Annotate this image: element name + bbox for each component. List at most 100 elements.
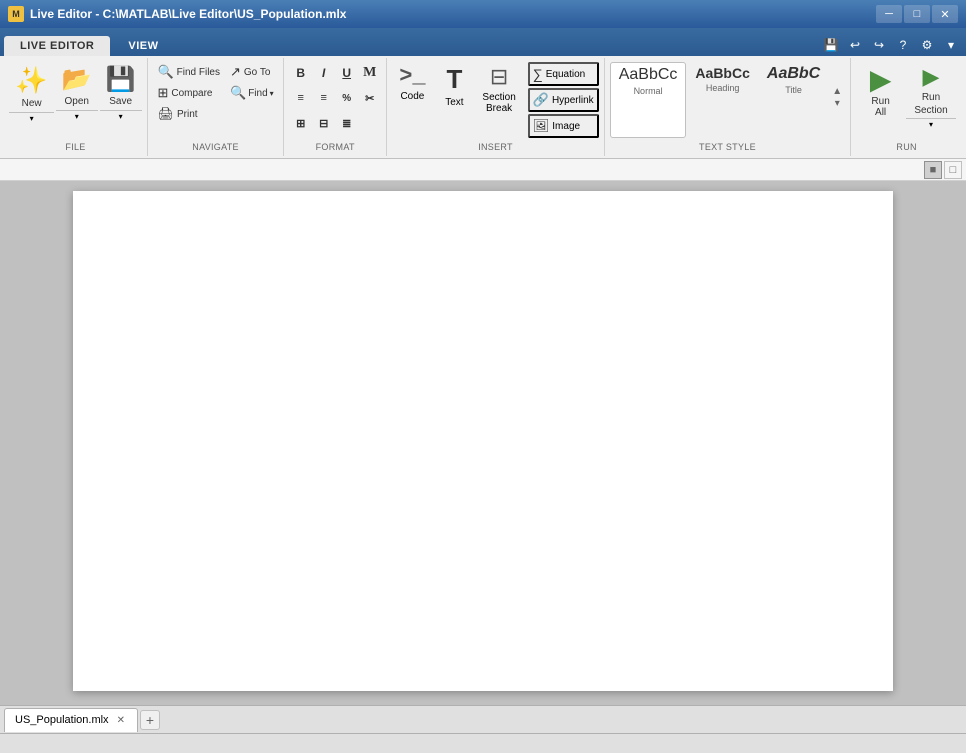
cut-button[interactable]: ✂ bbox=[359, 87, 381, 109]
group-insert: >_ Code T Text ⊟ SectionBreak ∑ Equation bbox=[387, 58, 604, 156]
style-more-down-icon: ▾ bbox=[835, 98, 840, 109]
title-bar: M Live Editor - C:\MATLAB\Live Editor\US… bbox=[0, 0, 966, 28]
find-files-button[interactable]: 🔍 Find Files bbox=[153, 62, 224, 82]
title-bar-left: M Live Editor - C:\MATLAB\Live Editor\US… bbox=[8, 6, 346, 22]
new-main-button[interactable]: ✨ New bbox=[9, 62, 53, 112]
minimize-button[interactable]: ─ bbox=[876, 5, 902, 23]
underline-button[interactable]: U bbox=[336, 62, 358, 84]
save-arrow-button[interactable]: ▾ bbox=[100, 110, 142, 122]
run-group-label: RUN bbox=[855, 140, 958, 154]
ribbon-tabs: LIVE EDITOR VIEW 💾 ↩ ↪ ? ⚙ ▾ bbox=[0, 28, 966, 56]
image-button[interactable]: 🖼 Image bbox=[528, 114, 599, 138]
find-button[interactable]: 🔍 Find ▾ bbox=[226, 83, 278, 103]
equation-icon: ∑ bbox=[533, 66, 543, 82]
tab-close-button[interactable]: ✕ bbox=[115, 714, 127, 727]
hyperlink-icon: 🔗 bbox=[533, 92, 549, 108]
equation-button[interactable]: ∑ Equation bbox=[528, 62, 599, 86]
align-left-button[interactable]: ≡ bbox=[290, 87, 312, 109]
open-button: 📂 Open ▾ bbox=[56, 62, 98, 122]
open-arrow-button[interactable]: ▾ bbox=[56, 110, 98, 122]
run-section-split: ▶ Run Section ▾ bbox=[906, 62, 956, 130]
group-text-style: AaBbCc Normal AaBbCc Heading AaBbC Title… bbox=[605, 58, 851, 156]
tab-label: US_Population.mlx bbox=[15, 714, 109, 726]
style-title-button[interactable]: AaBbC Title bbox=[759, 62, 828, 138]
open-main-button[interactable]: 📂 Open bbox=[56, 62, 98, 110]
go-to-button[interactable]: ↗ Go To bbox=[226, 62, 278, 82]
single-view-button[interactable]: □ bbox=[944, 161, 962, 179]
style-more-button[interactable]: ▲ ▾ bbox=[829, 62, 845, 132]
find-icon: 🔍 bbox=[230, 85, 246, 101]
run-group-content: ▶ Run All ▶ Run Section ▾ bbox=[855, 60, 958, 140]
insert-group-content: >_ Code T Text ⊟ SectionBreak ∑ Equation bbox=[390, 60, 600, 140]
hyperlink-button[interactable]: 🔗 Hyperlink bbox=[528, 88, 599, 112]
file-group-label: FILE bbox=[8, 140, 143, 154]
format-group-content: B I U M ≡ ≡ % ✂ ⊞ ⊟ ≣ bbox=[288, 60, 383, 140]
format-btn6[interactable]: ⊟ bbox=[313, 112, 335, 134]
title-bar-controls: ─ □ ✕ bbox=[876, 5, 958, 23]
print-icon: 🖨 bbox=[157, 106, 174, 122]
format-col1: B I U M ≡ ≡ % ✂ ⊞ ⊟ ≣ bbox=[290, 62, 381, 134]
tab-view[interactable]: VIEW bbox=[112, 36, 174, 56]
editor-area[interactable] bbox=[0, 181, 966, 705]
editor-container: ■ □ bbox=[0, 159, 966, 705]
qa-undo[interactable]: ↩ bbox=[844, 34, 866, 56]
navigate-col2: ↗ Go To 🔍 Find ▾ bbox=[226, 62, 278, 103]
file-group-content: ✨ New ▾ 📂 Open ▾ 💾 Save ▾ bbox=[7, 60, 143, 140]
text-style-group-label: TEXT STYLE bbox=[609, 140, 846, 154]
window-title: Live Editor - C:\MATLAB\Live Editor\US_P… bbox=[30, 7, 346, 21]
format-group-label: FORMAT bbox=[288, 140, 382, 154]
new-arrow-button[interactable]: ▾ bbox=[9, 112, 53, 124]
group-format: B I U M ≡ ≡ % ✂ ⊞ ⊟ ≣ FORMAT bbox=[284, 58, 387, 156]
editor-view-toolbar: ■ □ bbox=[0, 159, 966, 181]
strikethrough-button[interactable]: M bbox=[359, 62, 381, 84]
image-icon: 🖼 bbox=[533, 118, 550, 134]
qa-help[interactable]: ? bbox=[892, 34, 914, 56]
find-arrow-icon: ▾ bbox=[270, 89, 274, 98]
run-all-icon: ▶ bbox=[870, 66, 892, 94]
text-button[interactable]: T Text bbox=[434, 62, 474, 110]
section-break-button[interactable]: ⊟ SectionBreak bbox=[476, 62, 521, 116]
maximize-button[interactable]: □ bbox=[904, 5, 930, 23]
style-more-icon: ▲ bbox=[832, 86, 842, 97]
percent-button[interactable]: % bbox=[336, 87, 358, 109]
qa-settings[interactable]: ⚙ bbox=[916, 34, 938, 56]
find-files-icon: 🔍 bbox=[157, 64, 173, 80]
italic-button[interactable]: I bbox=[313, 62, 335, 84]
navigate-group-content: 🔍 Find Files ⊞ Compare 🖨 Print ↗ Go To bbox=[151, 60, 279, 140]
qa-down[interactable]: ▾ bbox=[940, 34, 962, 56]
group-run: ▶ Run All ▶ Run Section ▾ RUN bbox=[851, 58, 962, 156]
group-navigate: 🔍 Find Files ⊞ Compare 🖨 Print ↗ Go To bbox=[148, 58, 284, 156]
app-icon: M bbox=[8, 6, 24, 22]
run-section-arrow-button[interactable]: ▾ bbox=[906, 118, 956, 130]
print-button[interactable]: 🖨 Print bbox=[153, 104, 224, 124]
status-bar bbox=[0, 733, 966, 753]
quick-access-toolbar: 💾 ↩ ↪ ? ⚙ ▾ bbox=[820, 34, 962, 56]
text-style-group-content: AaBbCc Normal AaBbCc Heading AaBbC Title… bbox=[608, 60, 848, 140]
split-view-button[interactable]: ■ bbox=[924, 161, 942, 179]
navigate-col1: 🔍 Find Files ⊞ Compare 🖨 Print bbox=[153, 62, 224, 124]
qa-redo[interactable]: ↪ bbox=[868, 34, 890, 56]
ribbon-toolbar: ✨ New ▾ 📂 Open ▾ 💾 Save ▾ bbox=[0, 56, 966, 159]
insert-right-col: ∑ Equation 🔗 Hyperlink 🖼 Image bbox=[528, 62, 599, 138]
run-section-main[interactable]: ▶ Run Section bbox=[908, 62, 953, 118]
close-button[interactable]: ✕ bbox=[932, 5, 958, 23]
style-normal-button[interactable]: AaBbCc Normal bbox=[610, 62, 687, 138]
align-center-button[interactable]: ≡ bbox=[313, 87, 335, 109]
add-tab-button[interactable]: + bbox=[140, 710, 160, 730]
style-buttons-row: AaBbCc Normal AaBbCc Heading AaBbC Title… bbox=[610, 62, 846, 138]
compare-button[interactable]: ⊞ Compare bbox=[153, 83, 224, 103]
style-heading-button[interactable]: AaBbCc Heading bbox=[687, 62, 757, 138]
tab-us-population[interactable]: US_Population.mlx ✕ bbox=[4, 708, 138, 732]
code-button[interactable]: >_ Code bbox=[392, 62, 432, 104]
group-file: ✨ New ▾ 📂 Open ▾ 💾 Save ▾ bbox=[4, 58, 148, 156]
format-btn5[interactable]: ⊞ bbox=[290, 112, 312, 134]
save-main-button[interactable]: 💾 Save bbox=[100, 62, 142, 110]
qa-save[interactable]: 💾 bbox=[820, 34, 842, 56]
new-button: ✨ New ▾ bbox=[9, 62, 53, 124]
go-to-icon: ↗ bbox=[230, 64, 241, 80]
run-all-button[interactable]: ▶ Run All bbox=[857, 62, 904, 122]
bold-button[interactable]: B bbox=[290, 62, 312, 84]
format-btn7[interactable]: ≣ bbox=[336, 112, 358, 134]
compare-icon: ⊞ bbox=[157, 85, 168, 101]
tab-live-editor[interactable]: LIVE EDITOR bbox=[4, 36, 110, 56]
